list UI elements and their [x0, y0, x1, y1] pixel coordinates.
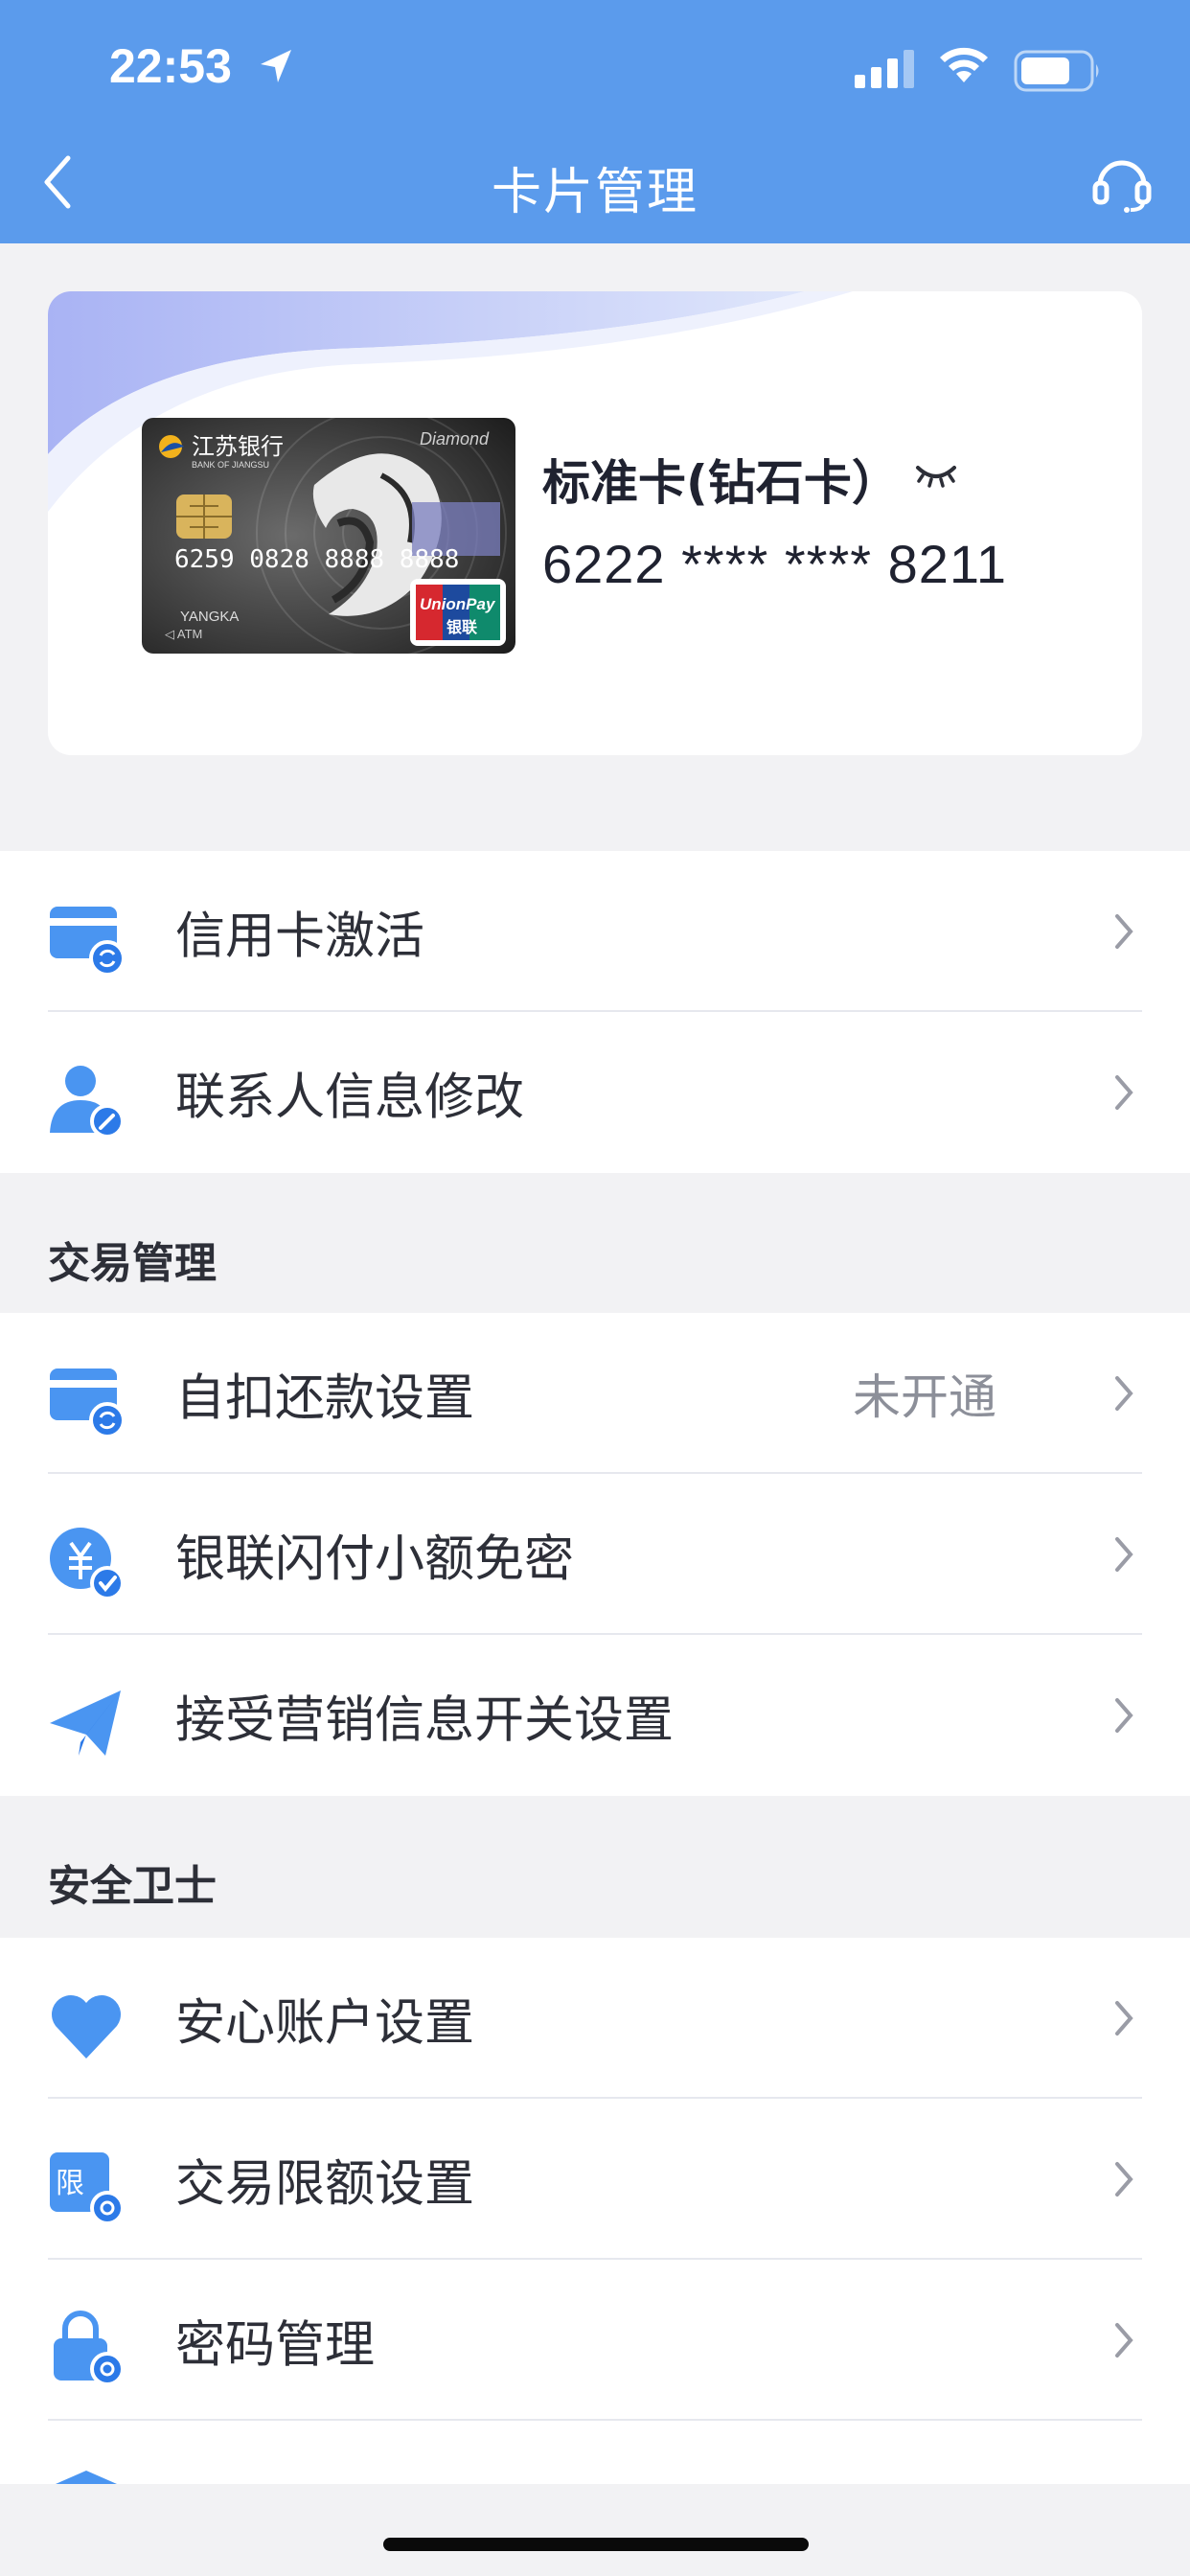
wifi-icon [940, 47, 988, 82]
list-item-label: 银联闪付小额免密 [175, 1530, 575, 1589]
transactions-group: 自扣还款设置 未开通 银联闪付小额免密 接受营销信息开关设置 [0, 1313, 1190, 1796]
card-panel: 江苏银行 BANK OF JIANGSU Diamond 6259 0828 8… [48, 291, 1142, 755]
status-value: 未开通 [853, 1369, 996, 1425]
chevron-right-icon [1115, 914, 1133, 949]
card-actions-group: 信用卡激活 联系人信息修改 [0, 851, 1190, 1173]
list-item-label: 联系人信息修改 [175, 1069, 525, 1127]
svg-text:限: 限 [56, 2167, 84, 2200]
card-holder: YANGKA [180, 609, 239, 625]
list-item-partial[interactable] [0, 2421, 1190, 2484]
list-item-label: 密码管理 [175, 2316, 376, 2375]
list-item-auto-repayment[interactable]: 自扣还款设置 未开通 [0, 1313, 1190, 1474]
chevron-right-icon [1115, 1376, 1133, 1411]
card-network-cn: 银联 [446, 618, 477, 636]
eye-closed-icon[interactable] [914, 460, 958, 489]
list-item-label: 信用卡激活 [175, 908, 425, 966]
svg-text:◁ ATM: ◁ ATM [165, 627, 202, 641]
card-network: UnionPay [420, 595, 496, 613]
status-time: 22:53 [109, 39, 232, 93]
list-item-label: 接受营销信息开关设置 [175, 1691, 675, 1750]
chevron-right-icon [1115, 1537, 1133, 1572]
chevron-right-icon [1115, 2162, 1133, 2196]
headset-icon [1092, 160, 1152, 213]
list-item-label: 交易限额设置 [175, 2155, 475, 2214]
card-refresh-icon [50, 907, 125, 977]
card-number: 6222 **** **** 8211 [542, 534, 1008, 594]
yuan-check-icon [50, 1528, 125, 1600]
signal-icon [855, 50, 914, 88]
chevron-right-icon [1115, 1075, 1133, 1110]
battery-icon [1014, 50, 1099, 92]
home-indicator [383, 2538, 809, 2551]
list-item-contact-edit[interactable]: 联系人信息修改 [0, 1012, 1190, 1173]
customer-service-button[interactable] [1088, 150, 1156, 217]
page-title: 卡片管理 [491, 164, 698, 221]
limit-gear-icon: 限 [50, 2152, 125, 2225]
location-arrow-icon [261, 50, 291, 82]
section-title-security: 安全卫士 [48, 1862, 217, 1911]
section-title-transactions: 交易管理 [48, 1239, 217, 1288]
security-group: 安心账户设置 限 交易限额设置 密码管理 [0, 1938, 1190, 2484]
contact-edit-icon [50, 1066, 125, 1138]
list-item-marketing-switch[interactable]: 接受营销信息开关设置 [0, 1635, 1190, 1796]
paper-plane-icon [50, 1690, 121, 1756]
chevron-right-icon [1115, 2001, 1133, 2036]
card-tier: Diamond [420, 429, 490, 448]
credit-card-image[interactable]: 江苏银行 BANK OF JIANGSU Diamond 6259 0828 8… [142, 418, 515, 654]
lock-gear-icon [54, 2311, 125, 2386]
list-item-label: 自扣还款设置 [175, 1369, 475, 1428]
card-bank-name: 江苏银行 [192, 433, 284, 460]
list-item-transaction-limit[interactable]: 限 交易限额设置 [0, 2099, 1190, 2260]
card-refresh-icon [50, 1368, 125, 1438]
chevron-right-icon [1115, 1698, 1133, 1733]
list-item-card-activation[interactable]: 信用卡激活 [0, 851, 1190, 1012]
partial-icon [56, 2471, 117, 2484]
card-name: 标准卡(钻石卡） [542, 455, 900, 511]
chevron-right-icon [1115, 2323, 1133, 2358]
list-item-safe-account[interactable]: 安心账户设置 [0, 1938, 1190, 2099]
card-bank-name-en: BANK OF JIANGSU [192, 460, 269, 470]
card-digits: 6259 0828 8888 8888 [174, 545, 459, 574]
top-header: 22:53 卡片管理 [0, 0, 1190, 243]
list-item-quickpass[interactable]: 银联闪付小额免密 [0, 1474, 1190, 1635]
heart-icon [52, 1995, 121, 2058]
list-item-password[interactable]: 密码管理 [0, 2260, 1190, 2421]
list-item-label: 安心账户设置 [175, 1994, 475, 2053]
